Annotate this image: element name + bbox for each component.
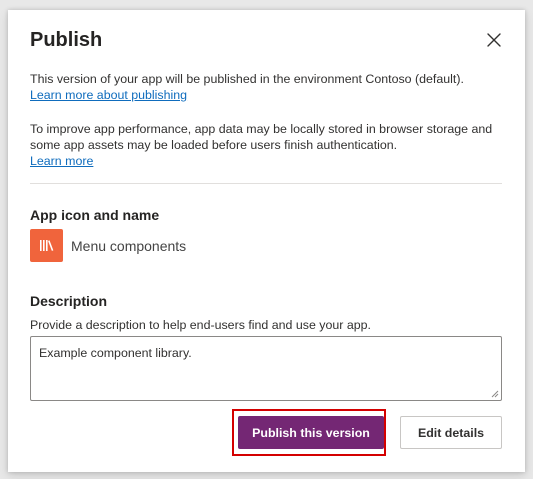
description-textarea[interactable]: Example component library. xyxy=(30,336,502,401)
app-icon xyxy=(30,229,63,262)
divider xyxy=(30,183,502,184)
description-heading: Description xyxy=(30,293,108,309)
intro-text: This version of your app will be publish… xyxy=(30,72,464,86)
dialog-title: Publish xyxy=(30,29,103,51)
performance-paragraph: To improve app performance, app data may… xyxy=(30,121,505,169)
description-hint: Provide a description to help end-users … xyxy=(30,318,371,332)
learn-more-publishing-link[interactable]: Learn more about publishing xyxy=(30,88,187,102)
description-value: Example component library. xyxy=(39,346,192,360)
app-name: Menu components xyxy=(71,238,187,254)
resize-grip-icon[interactable] xyxy=(491,390,499,398)
close-button[interactable] xyxy=(485,31,503,49)
intro-paragraph: This version of your app will be publish… xyxy=(30,71,505,103)
learn-more-link[interactable]: Learn more xyxy=(30,154,93,168)
edit-details-button[interactable]: Edit details xyxy=(400,416,502,449)
publish-this-version-button[interactable]: Publish this version xyxy=(238,416,384,449)
app-icon-heading: App icon and name xyxy=(30,207,160,223)
close-icon xyxy=(487,33,501,47)
performance-text: To improve app performance, app data may… xyxy=(30,122,493,152)
publish-dialog: Publish This version of your app will be… xyxy=(8,10,525,472)
library-books-icon xyxy=(40,240,54,251)
